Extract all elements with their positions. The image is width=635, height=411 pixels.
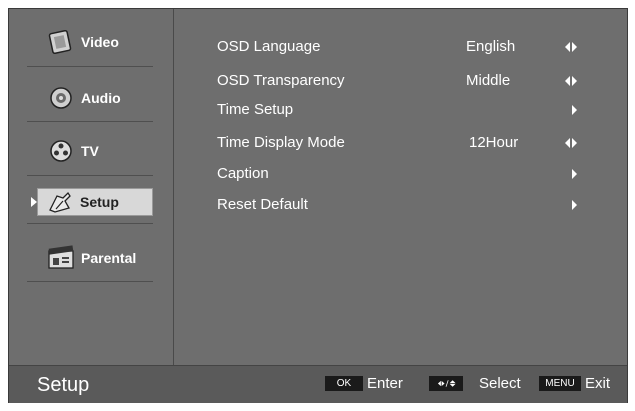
sidebar-item-label: Setup <box>80 194 119 210</box>
ok-key: OK <box>325 376 363 391</box>
row-label: Time Display Mode <box>217 134 345 151</box>
right-arrow-icon[interactable] <box>572 105 577 115</box>
sidebar-item-label: Audio <box>81 90 121 106</box>
sidebar: Video Audio TV Setup Parental <box>9 9 174 365</box>
left-right-arrows-icon[interactable] <box>565 42 577 52</box>
menu-hint: Exit <box>585 375 611 392</box>
divider <box>27 121 153 122</box>
row-label: Time Setup <box>217 101 294 118</box>
right-arrow-icon[interactable] <box>572 200 577 210</box>
row-label: Reset Default <box>217 196 308 213</box>
footer-bar: Setup OK Enter Select MENU Exit <box>9 365 627 403</box>
row-value: English <box>466 38 516 55</box>
sidebar-item-video[interactable]: Video <box>27 26 151 58</box>
row-value: 12Hour <box>469 134 519 151</box>
select-key-icon <box>429 376 463 391</box>
sidebar-item-setup[interactable]: Setup <box>37 188 153 216</box>
menu-row-caption[interactable]: Caption <box>217 163 597 185</box>
sidebar-item-tv[interactable]: TV <box>27 135 151 167</box>
select-hint: Select <box>479 375 521 392</box>
row-label: OSD Language <box>217 38 321 55</box>
divider <box>27 223 153 224</box>
setup-screen: Video Audio TV Setup Parental OSD Langua… <box>8 8 628 403</box>
row-label: OSD Transparency <box>217 72 345 89</box>
menu-row-osd-language[interactable]: OSD Language English <box>217 36 597 58</box>
menu-row-time-setup[interactable]: Time Setup <box>217 99 597 121</box>
menu-key: MENU <box>539 376 581 391</box>
page-title: Setup <box>37 374 90 396</box>
menu-row-osd-transparency[interactable]: OSD Transparency Middle <box>217 70 597 92</box>
parental-icon <box>47 245 75 271</box>
setup-icon <box>46 189 74 215</box>
divider <box>27 281 153 282</box>
ok-hint: Enter <box>367 375 403 392</box>
audio-icon <box>47 85 75 111</box>
left-right-arrows-icon[interactable] <box>565 138 577 148</box>
sidebar-item-parental[interactable]: Parental <box>27 242 151 274</box>
divider <box>27 175 153 176</box>
row-value: Middle <box>466 72 511 89</box>
right-arrow-icon[interactable] <box>572 169 577 179</box>
left-right-arrows-icon[interactable] <box>565 76 577 86</box>
sidebar-item-label: Video <box>81 34 119 50</box>
sidebar-item-label: Parental <box>81 250 137 266</box>
menu-row-reset-default[interactable]: Reset Default <box>217 194 597 216</box>
divider <box>27 66 153 67</box>
menu-row-time-display-mode[interactable]: Time Display Mode 12Hour <box>217 132 597 154</box>
row-label: Caption <box>217 165 269 182</box>
tv-icon <box>47 138 75 164</box>
sidebar-item-audio[interactable]: Audio <box>27 82 151 114</box>
video-icon <box>47 29 75 55</box>
sidebar-item-label: TV <box>81 143 99 159</box>
